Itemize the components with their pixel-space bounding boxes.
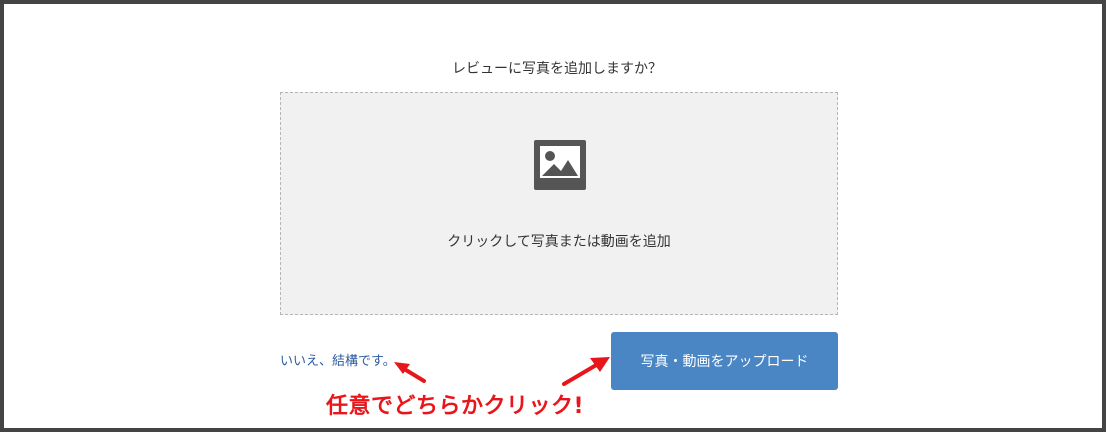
image-placeholder-icon [534, 140, 586, 190]
screenshot-frame: レビューに写真を追加しますか？ クリックして写真または動画を追加 いいえ、結構で… [0, 0, 1106, 432]
photo-dropzone[interactable]: クリックして写真または動画を追加 [280, 92, 838, 315]
dropzone-hint: クリックして写真または動画を追加 [447, 234, 671, 250]
red-arrow-left-icon [394, 362, 426, 383]
red-arrow-right-icon [562, 357, 610, 386]
upload-photo-video-button[interactable]: 写真・動画をアップロード [611, 332, 838, 390]
no-thanks-link[interactable]: いいえ、結構です。 [280, 350, 396, 369]
annotation-text: 任意でどちらかクリック! [326, 394, 585, 419]
question-text: レビューに写真を追加しますか？ [452, 61, 662, 77]
